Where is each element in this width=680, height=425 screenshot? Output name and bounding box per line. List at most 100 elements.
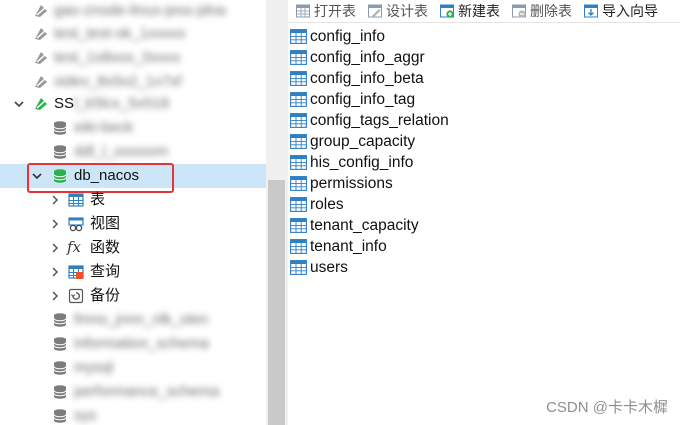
new-table-button[interactable]: 新建表 <box>432 0 504 22</box>
database-closed-icon <box>52 384 68 400</box>
table-icon <box>290 134 307 149</box>
table-icon <box>290 29 307 44</box>
connection-row[interactable]: test_1x8xox_0xxxx <box>0 46 266 70</box>
table-icon <box>290 71 307 86</box>
database-row[interactable]: ddl_l_ooooom <box>0 140 266 164</box>
chevron-right-icon[interactable] <box>49 194 61 206</box>
connection-row[interactable]: test_test-ok_1xxxxx <box>0 22 266 46</box>
database-row[interactable]: fmno_jnnn_nlk_olen <box>0 308 266 332</box>
db-child-label: 函数 <box>90 239 121 256</box>
db-child-views[interactable]: 视图 <box>0 212 266 236</box>
import-wizard-button[interactable]: 导入向导 <box>576 0 662 22</box>
table-list-item[interactable]: config_tags_relation <box>290 110 449 131</box>
table-icon <box>290 50 307 65</box>
table-icon <box>290 113 307 128</box>
db-child-label: 视图 <box>90 215 121 232</box>
table-name: config_info_aggr <box>310 48 425 66</box>
table-icon <box>290 92 307 107</box>
table-list-item[interactable]: tenant_capacity <box>290 215 419 236</box>
watermark: CSDN @卡卡木樨 <box>546 399 668 416</box>
chevron-right-icon[interactable] <box>49 242 61 254</box>
database-closed-icon <box>52 312 68 328</box>
design-table-label: 设计表 <box>386 3 428 19</box>
navigation-tree: gao-znode-linux-jess-jdna test_test-ok_1… <box>0 0 266 425</box>
delete-table-button[interactable]: 删除表 <box>504 0 576 22</box>
database-open-icon <box>52 168 68 184</box>
mysql-connection-icon <box>33 26 49 42</box>
delete-table-icon <box>512 4 526 18</box>
database-closed-icon <box>52 144 68 160</box>
db-child-functions[interactable]: fx 函数 <box>0 236 266 260</box>
table-icon <box>290 218 307 233</box>
chevron-down-icon[interactable] <box>31 170 43 182</box>
database-closed-icon <box>52 360 68 376</box>
db-child-tables[interactable]: 表 <box>0 188 266 212</box>
connection-label: test_test-ok_1xxxxx <box>54 25 186 42</box>
table-name: users <box>310 258 348 276</box>
table-name: config_info <box>310 27 385 45</box>
connection-label: test_1x8xox_0xxxx <box>54 49 181 66</box>
table-list-item[interactable]: config_info <box>290 26 385 47</box>
chevron-right-icon[interactable] <box>49 290 61 302</box>
open-table-icon <box>296 4 310 18</box>
database-label: mysql <box>74 359 114 376</box>
backup-icon <box>68 288 84 304</box>
table-list-item[interactable]: group_capacity <box>290 131 415 152</box>
mysql-connection-open-icon <box>33 96 49 112</box>
connection-row[interactable]: gao-znode-linux-jess-jdna <box>0 0 266 23</box>
table-list-item[interactable]: users <box>290 257 348 278</box>
open-table-label: 打开表 <box>314 3 356 19</box>
table-list-item[interactable]: config_info_tag <box>290 89 415 110</box>
import-wizard-icon <box>584 4 598 18</box>
db-child-label: 备份 <box>90 287 121 304</box>
database-label: ddl_l_ooooom <box>74 143 169 160</box>
open-table-button[interactable]: 打开表 <box>288 0 360 22</box>
database-label: information_schema <box>74 335 210 352</box>
database-row[interactable]: sys <box>0 404 266 425</box>
selected-database-label: db_nacos <box>74 167 140 184</box>
chevron-right-icon[interactable] <box>49 266 61 278</box>
table-icon <box>68 192 84 208</box>
table-name: config_tags_relation <box>310 111 449 129</box>
chevron-down-icon[interactable] <box>13 98 25 110</box>
selected-database-row[interactable]: db_nacos <box>0 164 266 188</box>
table-name: roles <box>310 195 344 213</box>
table-name: permissions <box>310 174 393 192</box>
database-row[interactable]: eiki-beck <box>0 116 266 140</box>
database-label: fmno_jnnn_nlk_olen <box>74 311 209 328</box>
object-toolbar: 打开表 设计表 新建表 删除表 导入向导 <box>288 0 680 23</box>
table-icon <box>290 260 307 275</box>
open-connection-row[interactable]: SS l_k5lcx_5x518 <box>0 92 266 116</box>
table-icon <box>290 155 307 170</box>
import-wizard-label: 导入向导 <box>602 3 658 19</box>
table-name: tenant_info <box>310 237 387 255</box>
database-row[interactable]: mysql <box>0 356 266 380</box>
db-child-backups[interactable]: 备份 <box>0 284 266 308</box>
table-list-item[interactable]: tenant_info <box>290 236 387 257</box>
design-table-icon <box>368 4 382 18</box>
table-icon <box>290 239 307 254</box>
database-closed-icon <box>52 408 68 424</box>
query-icon <box>68 264 84 280</box>
database-row[interactable]: performance_schema <box>0 380 266 404</box>
db-child-queries[interactable]: 查询 <box>0 260 266 284</box>
database-row[interactable]: information_schema <box>0 332 266 356</box>
new-table-label: 新建表 <box>458 3 500 19</box>
table-list-item[interactable]: permissions <box>290 173 393 194</box>
nav-scrollbar-thumb[interactable] <box>268 180 285 425</box>
table-list-item[interactable]: roles <box>290 194 344 215</box>
chevron-right-icon[interactable] <box>49 218 61 230</box>
mysql-connection-icon <box>33 74 49 90</box>
connection-label: gao-znode-linux-jess-jdna <box>54 2 226 19</box>
mysql-connection-icon <box>33 50 49 66</box>
table-list-item[interactable]: his_config_info <box>290 152 413 173</box>
design-table-button[interactable]: 设计表 <box>360 0 432 22</box>
table-name: config_info_tag <box>310 90 416 108</box>
database-label: sys <box>74 407 97 424</box>
table-list-item[interactable]: config_info_aggr <box>290 47 425 68</box>
open-connection-prefix: SS <box>54 95 75 112</box>
new-table-icon <box>440 4 454 18</box>
table-icon <box>290 197 307 212</box>
connection-row[interactable]: xidev_8x5x2_1x7xf <box>0 70 266 94</box>
table-list-item[interactable]: config_info_beta <box>290 68 424 89</box>
